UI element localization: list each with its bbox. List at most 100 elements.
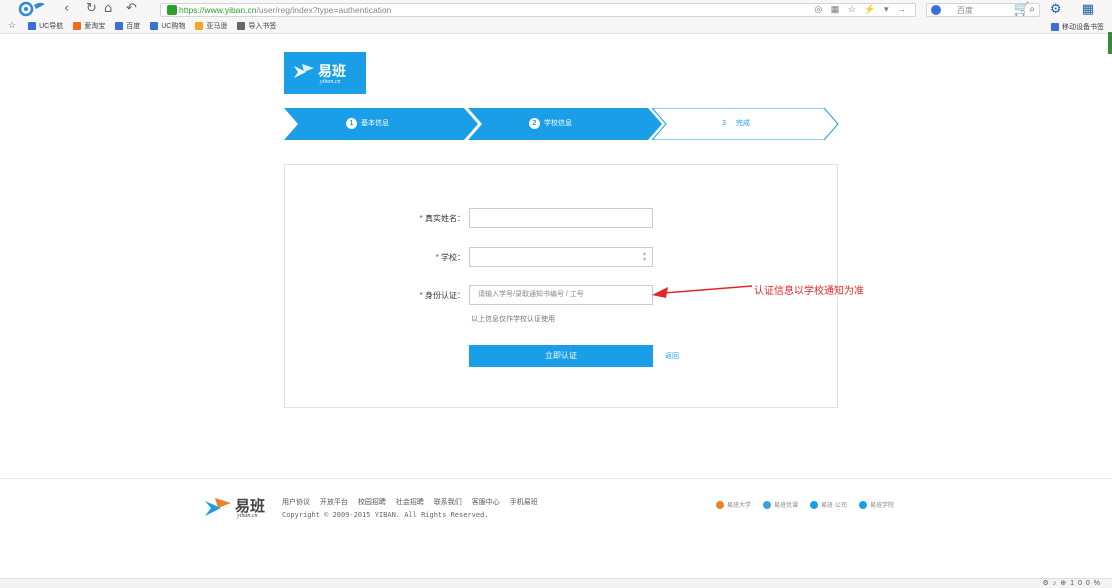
partner-icon <box>716 500 724 509</box>
step-1-num: 1 <box>346 118 357 129</box>
zoom-icon[interactable]: ⊕ <box>1060 580 1070 587</box>
real-name-input[interactable] <box>469 208 653 228</box>
partner-logos: 易班大学 易班优课 易班·公司 易班学院 <box>716 500 906 509</box>
bookmark-baidu[interactable]: 百度 <box>115 21 140 31</box>
back-link[interactable]: 返回 <box>665 351 679 361</box>
bookmarks-bar: ☆ UC导航 爱淘宝 百度 UC购物 亚马逊 导入书签 移动设备书签 <box>0 18 1112 34</box>
browser-toolbar: ‹ ↻ ⌂ ↶ https://www.yiban.cn /user/reg/i… <box>0 0 1112 34</box>
mobile-bookmarks-label: 移动设备书签 <box>1062 24 1104 31</box>
real-name-label: * 真实姓名： <box>375 213 465 224</box>
home-icon[interactable]: ⌂ <box>104 2 112 16</box>
yiban-footer-logo-icon <box>205 498 231 516</box>
step-1: 1 基本信息 <box>346 108 389 140</box>
footer-link-open-platform[interactable]: 开放平台 <box>320 499 348 506</box>
required-mark: * <box>419 214 423 223</box>
url-path: /user/reg/index?type=authentication <box>256 5 392 15</box>
partner-yiban-youke[interactable]: 易班优课 <box>763 500 798 509</box>
step-2: 2 学校信息 <box>529 108 572 140</box>
address-bar[interactable]: https://www.yiban.cn /user/reg/index?typ… <box>160 3 916 17</box>
school-label-text: 学校： <box>441 253 465 262</box>
footer-divider <box>0 478 1112 479</box>
toolbar-right-icons[interactable]: 🛒 ⚙ ▦ <box>1014 2 1102 17</box>
step-2-num: 2 <box>529 118 540 129</box>
search-engine-icon[interactable] <box>931 5 941 15</box>
uc-icon <box>28 21 37 30</box>
url-secure-part: https://www.yiban.cn <box>179 5 257 15</box>
footer-logo-sub: yiban.cn <box>237 513 258 519</box>
partner-icon <box>763 500 772 509</box>
required-mark: * <box>435 253 439 262</box>
bookmark-uc-shop[interactable]: UC购物 <box>150 21 185 31</box>
status-right: ⚙♪⊕100% <box>1042 579 1104 587</box>
partner-icon <box>859 500 868 509</box>
bookmark-label: 爱淘宝 <box>84 22 106 30</box>
uc-browser-logo-icon[interactable] <box>18 1 46 17</box>
footer-logo[interactable]: 易班 yiban.cn <box>205 494 275 524</box>
partner-label: 易班大学 <box>727 503 752 509</box>
import-icon <box>237 21 246 30</box>
address-bar-tools-icon[interactable]: ◎ ▦ ☆ ⚡ ▾ → <box>814 4 909 15</box>
step-3: 3 完成 <box>722 108 750 140</box>
taobao-icon <box>73 21 82 30</box>
yiban-logo-icon <box>294 64 314 78</box>
partner-label: 易班·公司 <box>821 503 848 509</box>
partner-yiban-company[interactable]: 易班·公司 <box>810 500 847 509</box>
undo-icon[interactable]: ↶ <box>126 2 137 16</box>
partner-yiban-college[interactable]: 易班学院 <box>859 500 894 509</box>
partner-yiban-university[interactable]: 易班大学 <box>716 500 751 509</box>
uc-icon <box>150 21 159 30</box>
footer-link-mobile[interactable]: 手机易班 <box>510 499 538 506</box>
mobile-bookmarks[interactable]: 移动设备书签 <box>1051 22 1104 32</box>
bookmark-import[interactable]: 导入书签 <box>237 21 276 31</box>
search-engine-label: 百度 <box>957 6 973 15</box>
bookmark-label: 百度 <box>126 22 141 30</box>
logo-name: 易班 <box>318 64 346 80</box>
copyright: Copyright © 2009-2015 YIBAN. All Rights … <box>282 511 489 519</box>
bookmark-label: UC导航 <box>39 22 64 30</box>
browser-statusbar: ⚙♪⊕100% <box>0 578 1112 588</box>
footer-link-user-agreement[interactable]: 用户协议 <box>282 499 310 506</box>
bookmark-label: 导入书签 <box>248 22 277 30</box>
secure-lock-icon <box>167 5 177 15</box>
bookmark-uc-nav[interactable]: UC导航 <box>28 21 63 31</box>
partner-label: 易班优课 <box>774 503 799 509</box>
partner-icon <box>810 500 819 509</box>
annotation-arrow-icon <box>652 285 753 298</box>
bookmark-star-icon[interactable]: ☆ <box>8 20 16 31</box>
annotation-text: 认证信息以学校通知为准 <box>754 286 864 297</box>
form-hint: 以上信息仅作学校认证使用 <box>471 316 555 323</box>
site-logo[interactable]: 易班 yiban.cn <box>284 52 366 94</box>
step-1-label: 基本信息 <box>361 120 389 127</box>
folder-icon <box>1051 23 1059 31</box>
refresh-icon[interactable]: ↻ <box>86 2 97 16</box>
school-label: * 学校： <box>375 252 465 263</box>
identity-label-text: 身份认证： <box>425 291 465 300</box>
identity-label: * 身份认证： <box>375 290 465 301</box>
identity-input[interactable]: 请输入学号/录取通知书编号 / 工号 <box>469 285 653 305</box>
footer-link-social-recruit[interactable]: 社会招聘 <box>396 499 424 506</box>
footer-link-contact[interactable]: 联系我们 <box>434 499 462 506</box>
bookmark-label: 亚马逊 <box>206 22 228 30</box>
baidu-icon <box>115 21 124 30</box>
step-3-label: 完成 <box>735 120 750 127</box>
footer-link-service[interactable]: 客服中心 <box>472 499 500 506</box>
back-icon[interactable]: ‹ <box>64 2 69 16</box>
bookmark-label: UC购物 <box>161 22 186 30</box>
required-mark: * <box>419 291 423 300</box>
bookmark-aitaobao[interactable]: 爱淘宝 <box>73 21 105 31</box>
progress-steps: 1 基本信息 2 学校信息 3 完成 <box>284 108 844 140</box>
step-2-label: 学校信息 <box>544 120 572 127</box>
submit-auth-button[interactable]: 立即认证 <box>469 345 653 367</box>
settings-icon[interactable]: ⚙ <box>1042 580 1052 587</box>
school-select[interactable]: ▴ ▾ <box>469 247 653 267</box>
select-arrows-icon: ▴ ▾ <box>642 251 646 263</box>
bookmark-amazon[interactable]: 亚马逊 <box>195 21 227 31</box>
footer-links: 用户协议 开放平台 校园招聘 社会招聘 联系我们 客服中心 手机易班 <box>282 497 546 507</box>
amazon-icon <box>195 21 204 30</box>
logo-sub: yiban.cn <box>320 79 341 85</box>
partner-label: 易班学院 <box>870 503 895 509</box>
real-name-label-text: 真实姓名： <box>425 214 465 223</box>
zoom-level[interactable]: 100% <box>1070 580 1104 587</box>
side-panel-tab[interactable] <box>1108 32 1112 54</box>
footer-link-campus-recruit[interactable]: 校园招聘 <box>358 499 386 506</box>
